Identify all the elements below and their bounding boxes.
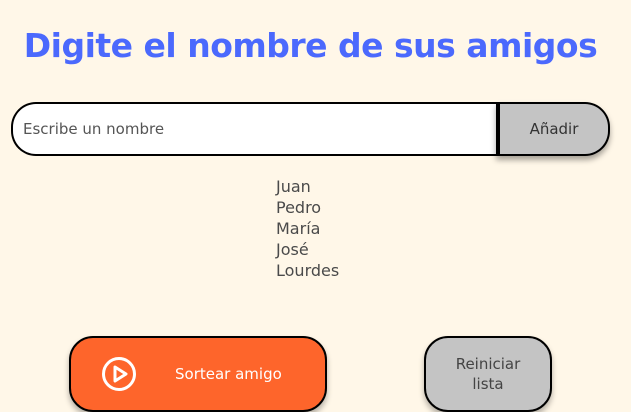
add-friend-form: Añadir	[11, 102, 611, 156]
draw-friend-button[interactable]: Sortear amigo	[69, 336, 327, 412]
friend-name-input[interactable]	[11, 102, 510, 156]
reset-list-button[interactable]: Reiniciar lista	[424, 336, 552, 412]
add-button[interactable]: Añadir	[496, 102, 610, 156]
list-item: José	[276, 240, 309, 259]
play-circle-icon	[101, 356, 137, 392]
list-item: Juan	[276, 177, 311, 196]
list-item: Pedro	[276, 198, 322, 217]
list-item: María	[276, 219, 321, 238]
reset-list-label: Reiniciar lista	[455, 355, 521, 393]
draw-friend-label: Sortear amigo	[175, 365, 282, 383]
list-item: Lourdes	[276, 261, 340, 280]
friends-list: Juan Pedro María José Lourdes	[276, 176, 339, 281]
page-title: Digite el nombre de sus amigos	[23, 26, 598, 65]
